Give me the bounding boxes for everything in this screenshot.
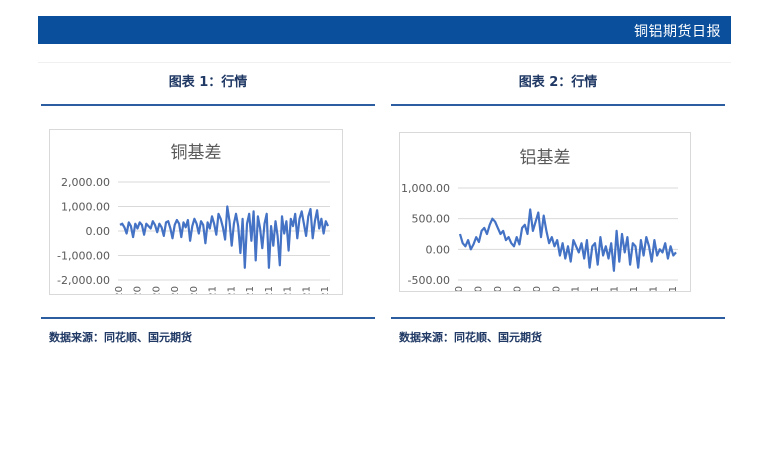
panel-bottom-line [41,317,375,319]
y-tick-label: 1,000.00 [61,201,110,214]
x-tick-label: 2020 [551,286,562,291]
series-line [119,205,330,269]
chart-title: 铝基差 [520,148,571,168]
panel-title: 图表 2：行情 [518,75,598,90]
x-tick-label: 2021 [571,286,582,291]
data-source-note: 数据来源：同花顺、国元期货 [49,331,192,344]
copper-basis-chart: 铜基差 2,000.00 1,000.00 0.00 -1,000.00 -2,000.0… [57,143,331,294]
x-tick-label: 2020 [151,286,162,294]
x-tick-label: 2021 [649,286,660,291]
title-underline [391,104,725,106]
header-separator [38,62,731,63]
x-tick-label: 2020 [170,286,181,294]
y-tick-label: -500.00 [408,274,450,287]
y-tick-label: 1,000.00 [401,182,450,195]
chart-panel-copper: 图表 1：行情 铜基差 2,000.00 1,000.00 0.00 -1,000.00… [41,72,375,344]
report-header-bar: 铜铝期货日报 [38,16,731,44]
report-title: 铜铝期货日报 [634,24,721,40]
panel-title: 图表 1：行情 [168,75,248,90]
y-tick-label: -1,000.00 [57,250,110,263]
y-tick-label: 0.00 [86,225,111,238]
x-tick-label: 2021 [320,286,331,294]
x-tick-label: 2020 [493,286,504,291]
y-tick-label: 2,000.00 [61,176,110,189]
x-tick-label: 2021 [226,286,237,294]
chart-frame: 铜基差 2,000.00 1,000.00 0.00 -1,000.00 -2,000.0… [49,129,343,295]
x-tick-label: 2021 [208,286,219,294]
x-tick-label: 2021 [301,286,312,294]
x-tick-label: 2021 [590,286,601,291]
x-tick-label: 2021 [245,286,256,294]
title-underline [41,104,375,106]
panel-bottom-line [391,317,725,319]
x-tick-label: 2021 [629,286,640,291]
y-tick-label: 0.00 [426,243,451,256]
chart-title: 铜基差 [171,143,222,163]
x-tick-label: 2020 [532,286,543,291]
y-tick-label: -2,000.00 [57,274,110,287]
aluminum-basis-chart: 铝基差 1,000.00 500.00 0.00 -500.00 2020 2020 2020… [401,148,679,291]
y-tick-label: 500.00 [412,213,451,226]
x-tick-label: 2020 [114,286,125,294]
x-tick-label: 2020 [512,286,523,291]
x-tick-label: 2021 [283,286,294,294]
x-tick-label: 2021 [610,286,621,291]
data-source-note: 数据来源：同花顺、国元期货 [399,331,542,344]
chart-panel-aluminum: 图表 2：行情 铝基差 1,000.00 500.00 0.00 -500.00 2020… [391,72,725,344]
x-tick-label: 2021 [668,286,679,291]
x-tick-label: 2020 [133,286,144,294]
x-tick-label: 2021 [264,286,275,294]
chart-frame: 铝基差 1,000.00 500.00 0.00 -500.00 2020 2020 2020… [399,132,691,292]
x-tick-label: 2020 [454,286,465,291]
x-tick-label: 2020 [189,286,200,294]
x-tick-label: 2020 [473,286,484,291]
